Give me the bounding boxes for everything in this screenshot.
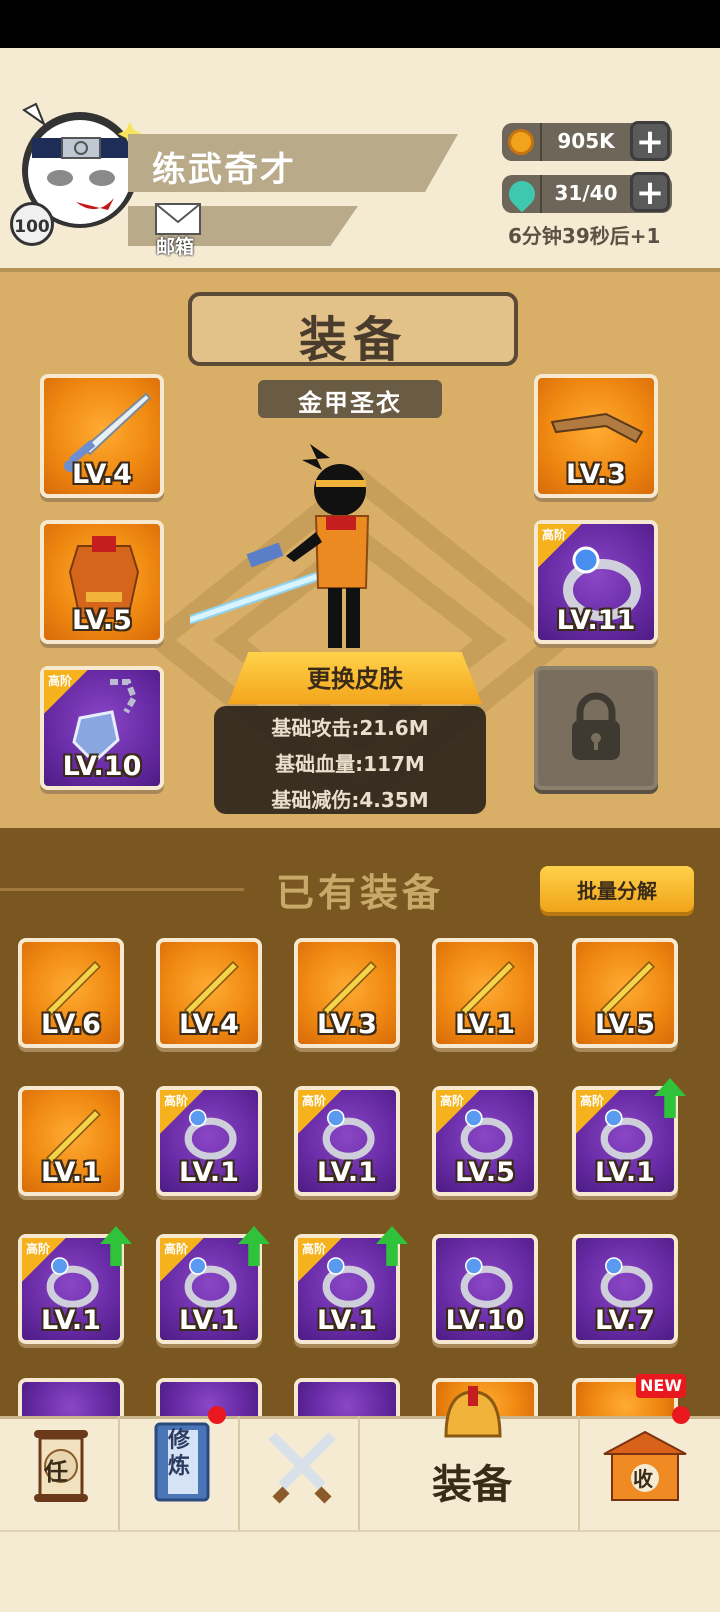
system-nav-bar <box>0 1532 720 1612</box>
item-level: LV.1 <box>179 1305 239 1336</box>
nav-battle[interactable] <box>240 1416 360 1532</box>
stat-health: 基础血量:117M <box>275 752 425 776</box>
owned-item-broadsword[interactable]: LV.6 <box>18 938 124 1048</box>
owned-item-bronze-amulet-2[interactable]: LV.10 <box>432 1234 538 1344</box>
headband-icon <box>550 412 644 444</box>
slot-level: LV.11 <box>556 605 636 636</box>
character-preview <box>190 444 370 648</box>
crossed-swords-icon <box>268 1432 336 1504</box>
equipment-title: 装备 <box>298 312 407 368</box>
owned-item-mace[interactable]: LV.4 <box>156 938 262 1048</box>
nav-training[interactable]: 修炼 <box>120 1406 240 1532</box>
energy-divider <box>540 175 542 213</box>
item-level: LV.1 <box>595 1157 655 1188</box>
add-energy-button[interactable]: + <box>630 172 670 212</box>
nav-collect-label: 收 <box>633 1467 653 1491</box>
item-level: LV.1 <box>455 1009 515 1040</box>
item-level: LV.7 <box>595 1305 655 1336</box>
item-level: LV.4 <box>179 1009 239 1040</box>
coin-icon <box>508 129 534 155</box>
item-level: LV.1 <box>41 1157 101 1188</box>
slot-level: LV.10 <box>62 751 142 782</box>
helmet-icon <box>444 1386 502 1438</box>
slot-ring[interactable]: 高阶 LV.11 <box>534 520 658 644</box>
system-status-bar <box>0 0 720 48</box>
owned-item-straw-hat[interactable]: LV.5 <box>572 938 678 1048</box>
item-level: LV.6 <box>41 1009 101 1040</box>
coin-value: 905K <box>557 129 615 153</box>
item-level: LV.5 <box>595 1009 655 1040</box>
owned-item-staff[interactable]: LV.1 <box>432 938 538 1048</box>
owned-item-amulet[interactable]: 高阶 LV.5 <box>432 1086 538 1196</box>
item-level: LV.10 <box>445 1305 525 1336</box>
owned-item-robe[interactable]: LV.1 <box>18 1086 124 1196</box>
owned-item-jade-ring[interactable]: LV.7 <box>572 1234 678 1344</box>
owned-item-bronze-amulet[interactable]: 高阶 LV.1 <box>18 1226 132 1344</box>
training-notification-dot <box>208 1406 226 1424</box>
skin-name: 金甲圣衣 <box>298 389 402 417</box>
slot-headband[interactable]: LV.3 <box>534 374 658 498</box>
item-level: LV.3 <box>317 1009 377 1040</box>
owned-item-gold-ring[interactable]: 高阶 LV.1 <box>572 1078 686 1196</box>
level-badge: 100 <box>10 202 54 246</box>
item-level: LV.1 <box>317 1157 377 1188</box>
owned-item-spear[interactable]: LV.3 <box>294 938 400 1048</box>
mail-label[interactable]: 邮箱 <box>156 232 194 259</box>
owned-item-blue-amulet[interactable]: 高阶 LV.1 <box>294 1226 408 1344</box>
new-badge: NEW <box>636 1374 686 1398</box>
owned-item-blue-ring[interactable]: 高阶 LV.1 <box>156 1226 270 1344</box>
item-level: LV.1 <box>317 1305 377 1336</box>
slot-amulet[interactable]: 高阶 LV.10 <box>40 666 164 790</box>
nav-tasks[interactable]: 任 <box>0 1416 120 1532</box>
change-skin-label[interactable]: 更换皮肤 <box>228 659 482 694</box>
slot-level: LV.4 <box>72 459 132 490</box>
energy-timer: 6分钟39秒后+1 <box>508 224 661 248</box>
energy-value: 31/40 <box>554 181 618 205</box>
slot-level: LV.5 <box>72 605 132 636</box>
player-name: 练武奇才 <box>152 150 296 190</box>
add-coins-button[interactable]: + <box>630 121 670 161</box>
nav-tasks-label: 任 <box>44 1458 68 1486</box>
owned-item-gauntlet[interactable]: 高阶 LV.1 <box>294 1086 400 1196</box>
stat-attack: 基础攻击:21.6M <box>271 716 429 740</box>
slot-locked[interactable] <box>534 666 658 790</box>
nav-collect[interactable]: 收 <box>580 1416 720 1532</box>
item-level: LV.5 <box>455 1157 515 1188</box>
item-level: LV.1 <box>179 1157 239 1188</box>
stat-defense: 基础减伤:4.35M <box>271 788 429 812</box>
collect-notification-dot <box>672 1406 690 1424</box>
slot-level: LV.3 <box>566 459 626 490</box>
mail-icon[interactable] <box>154 202 202 236</box>
slot-weapon[interactable]: LV.4 <box>40 374 164 498</box>
nav-equipment-label: 装备 <box>432 1462 512 1508</box>
item-level: LV.1 <box>41 1305 101 1336</box>
coin-divider <box>540 123 542 161</box>
owned-item-saber[interactable]: 高阶 LV.1 <box>156 1086 262 1196</box>
lock-icon <box>572 692 620 760</box>
bulk-decompose-label[interactable]: 批量分解 <box>540 875 694 904</box>
nav-equipment[interactable]: 装备 <box>360 1386 580 1532</box>
nav-training-label: 修炼 <box>168 1428 191 1479</box>
slot-armor[interactable]: LV.5 <box>40 520 164 644</box>
